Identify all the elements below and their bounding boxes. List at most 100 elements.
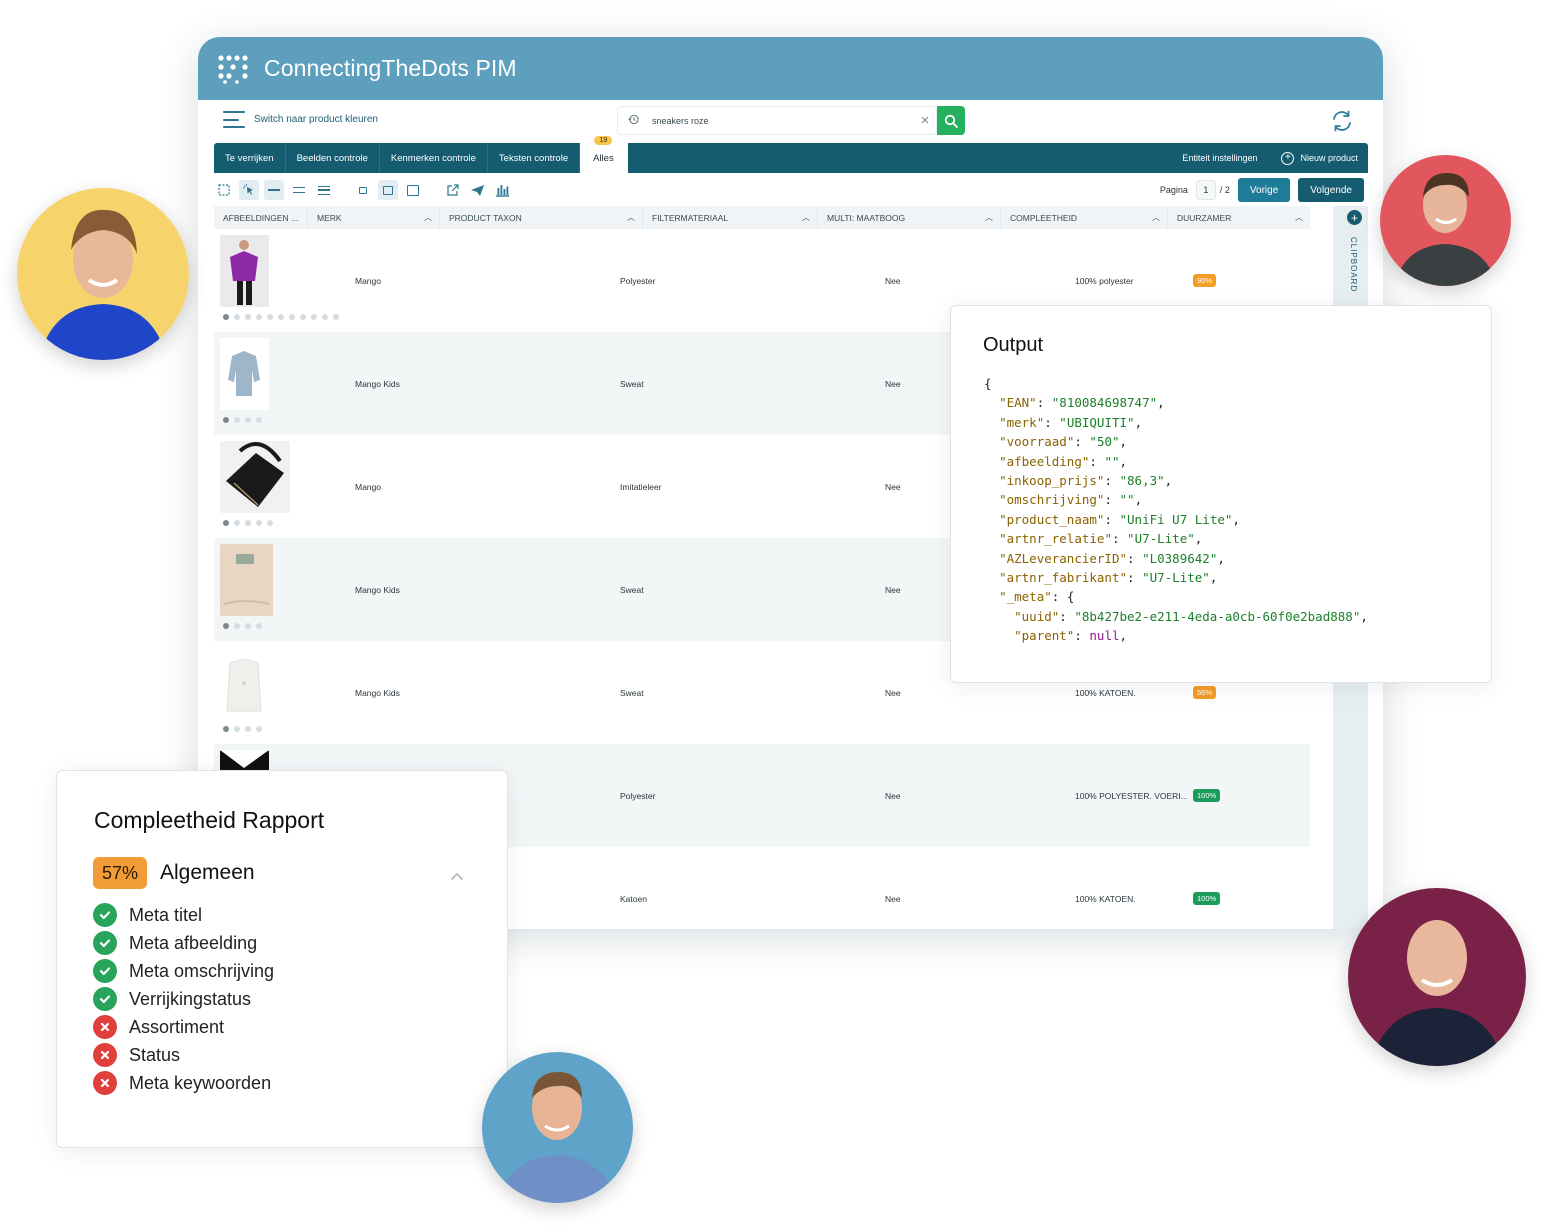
report-check-label: Assortiment — [129, 1016, 225, 1037]
row-height-medium-icon[interactable] — [289, 180, 309, 200]
click-select-icon[interactable] — [239, 180, 259, 200]
cell-compleetheid: 100% polyester — [1075, 275, 1134, 286]
cell-merk: Mango Kids — [355, 687, 400, 698]
check-circle-icon — [93, 903, 117, 927]
cell-compleetheid: 100% KATOEN. — [1075, 687, 1136, 698]
search-button[interactable] — [937, 106, 965, 135]
refresh-icon[interactable] — [1330, 109, 1354, 133]
tab-kenmerken-controle[interactable]: Kenmerken controle — [380, 143, 488, 173]
completeness-badge: 100% — [1193, 892, 1221, 905]
report-check-label: Verrijkingstatus — [129, 988, 252, 1009]
cell-taxon: Polyester — [620, 790, 656, 801]
new-product-label: Nieuw product — [1300, 153, 1358, 163]
image-carousel-dots[interactable] — [223, 623, 262, 629]
product-thumbnail — [220, 544, 273, 616]
report-checklist: Meta titel Meta afbeelding Meta omschrijvi… — [93, 901, 274, 1097]
image-small-icon[interactable] — [353, 180, 373, 200]
product-image-cell[interactable] — [214, 641, 308, 744]
cell-taxon: Katoen — [620, 893, 647, 904]
tab-alles-label: Alles — [593, 152, 614, 164]
output-title: Output — [983, 334, 1044, 356]
chart-icon[interactable] — [492, 180, 512, 200]
row-height-large-icon[interactable] — [314, 180, 334, 200]
row-height-small-icon[interactable] — [264, 180, 284, 200]
export-icon[interactable] — [442, 180, 462, 200]
error-circle-icon — [93, 1043, 117, 1067]
cell-compleetheid: 100% POLYESTER. VOERI... — [1075, 790, 1188, 801]
column-header[interactable]: PRODUCT TAXON ︿ — [440, 206, 643, 229]
image-carousel-dots[interactable] — [223, 520, 273, 526]
previous-page-button[interactable]: Vorige — [1237, 178, 1291, 202]
cell-filtermateriaal: Nee — [885, 481, 901, 492]
search-input[interactable]: sneakers roze — [648, 116, 914, 126]
team-member-avatar — [1380, 155, 1511, 286]
product-image-cell[interactable] — [214, 229, 339, 332]
product-thumbnail — [220, 235, 269, 307]
tab-teksten-controle[interactable]: Teksten controle — [488, 143, 581, 173]
cell-taxon: Sweat — [620, 584, 644, 595]
tab-beelden-controle[interactable]: Beelden controle — [286, 143, 380, 173]
completeness-badge: 100% — [1193, 789, 1221, 802]
check-circle-icon — [93, 987, 117, 1011]
select-area-icon[interactable] — [214, 180, 234, 200]
cell-taxon: Imitatieleer — [620, 481, 662, 492]
tab-actions: Entiteit instellingen + Nieuw product — [1182, 151, 1368, 165]
app-title: ConnectingTheDots PIM — [264, 55, 517, 81]
report-category: Algemeen — [160, 861, 255, 884]
product-image-cell[interactable] — [214, 435, 308, 538]
cell-filtermateriaal: Nee — [885, 378, 901, 389]
page-number-input[interactable]: 1 — [1195, 180, 1216, 200]
menu-icon[interactable] — [223, 111, 245, 128]
completeness-badge: 90% — [1193, 274, 1217, 287]
completeness-report-panel: Compleetheid Rapport 57% Algemeen Meta t… — [56, 770, 508, 1148]
cell-filtermateriaal: Nee — [885, 275, 901, 286]
sort-caret-icon[interactable]: ︿ — [1152, 212, 1160, 223]
chevron-up-icon[interactable] — [450, 869, 464, 883]
cell-taxon: Sweat — [620, 687, 644, 698]
sort-caret-icon[interactable]: ︿ — [424, 212, 432, 223]
pagination: Pagina 1 / 2 Vorige Volgende — [1160, 178, 1368, 202]
image-medium-icon[interactable] — [378, 180, 398, 200]
report-percentage-badge: 57% — [93, 857, 147, 889]
team-member-avatar — [17, 188, 189, 360]
check-circle-icon — [93, 959, 117, 983]
image-carousel-dots[interactable] — [223, 417, 262, 423]
column-header[interactable]: MERK ︿ — [308, 206, 440, 229]
report-check-item: Assortiment — [93, 1013, 274, 1041]
sort-caret-icon[interactable]: ︿ — [985, 212, 993, 223]
product-thumbnail — [220, 441, 290, 513]
column-header[interactable]: COMPLEETHEID ︿ — [1001, 206, 1168, 229]
image-large-icon[interactable] — [403, 180, 423, 200]
search-box[interactable]: sneakers roze × — [617, 106, 937, 135]
sort-caret-icon[interactable]: ︿ — [1295, 212, 1303, 223]
cell-merk: Mango — [355, 481, 381, 492]
image-carousel-dots[interactable] — [223, 314, 339, 320]
dots-logo-icon — [218, 54, 248, 84]
column-header[interactable]: AFBEELDINGEN ... — [214, 206, 308, 229]
image-carousel-dots[interactable] — [223, 726, 262, 732]
column-header[interactable]: FILTERMATERIAAL ︿ — [643, 206, 818, 229]
column-header[interactable]: MULTI: MAATBOOG ︿ — [818, 206, 1001, 229]
clipboard-add-button[interactable]: + — [1347, 210, 1362, 225]
sort-caret-icon[interactable]: ︿ — [627, 212, 635, 223]
cell-filtermateriaal: Nee — [885, 687, 901, 698]
clear-search-icon[interactable]: × — [914, 112, 936, 129]
column-header[interactable]: DUURZAMER ︿ — [1168, 206, 1310, 229]
product-image-cell[interactable] — [214, 538, 308, 641]
cell-merk: Mango Kids — [355, 378, 400, 389]
switch-colors-link[interactable]: Switch naar product kleuren — [254, 114, 378, 125]
history-icon[interactable] — [618, 114, 648, 128]
clipboard-label: CLIPBOARD — [1349, 237, 1358, 293]
send-icon[interactable] — [467, 180, 487, 200]
report-check-label: Status — [129, 1044, 181, 1065]
cell-filtermateriaal: Nee — [885, 584, 901, 595]
tab-alles[interactable]: 19 Alles — [580, 136, 628, 173]
report-check-label: Meta keywoorden — [129, 1072, 272, 1093]
next-page-button[interactable]: Volgende — [1298, 178, 1364, 202]
sort-caret-icon[interactable]: ︿ — [802, 212, 810, 223]
entity-settings-link[interactable]: Entiteit instellingen — [1182, 153, 1257, 163]
report-title: Compleetheid Rapport — [94, 807, 325, 833]
product-image-cell[interactable] — [214, 332, 308, 435]
tab-te-verrijken[interactable]: Te verrijken — [214, 143, 286, 173]
new-product-button[interactable]: + Nieuw product — [1281, 151, 1358, 165]
